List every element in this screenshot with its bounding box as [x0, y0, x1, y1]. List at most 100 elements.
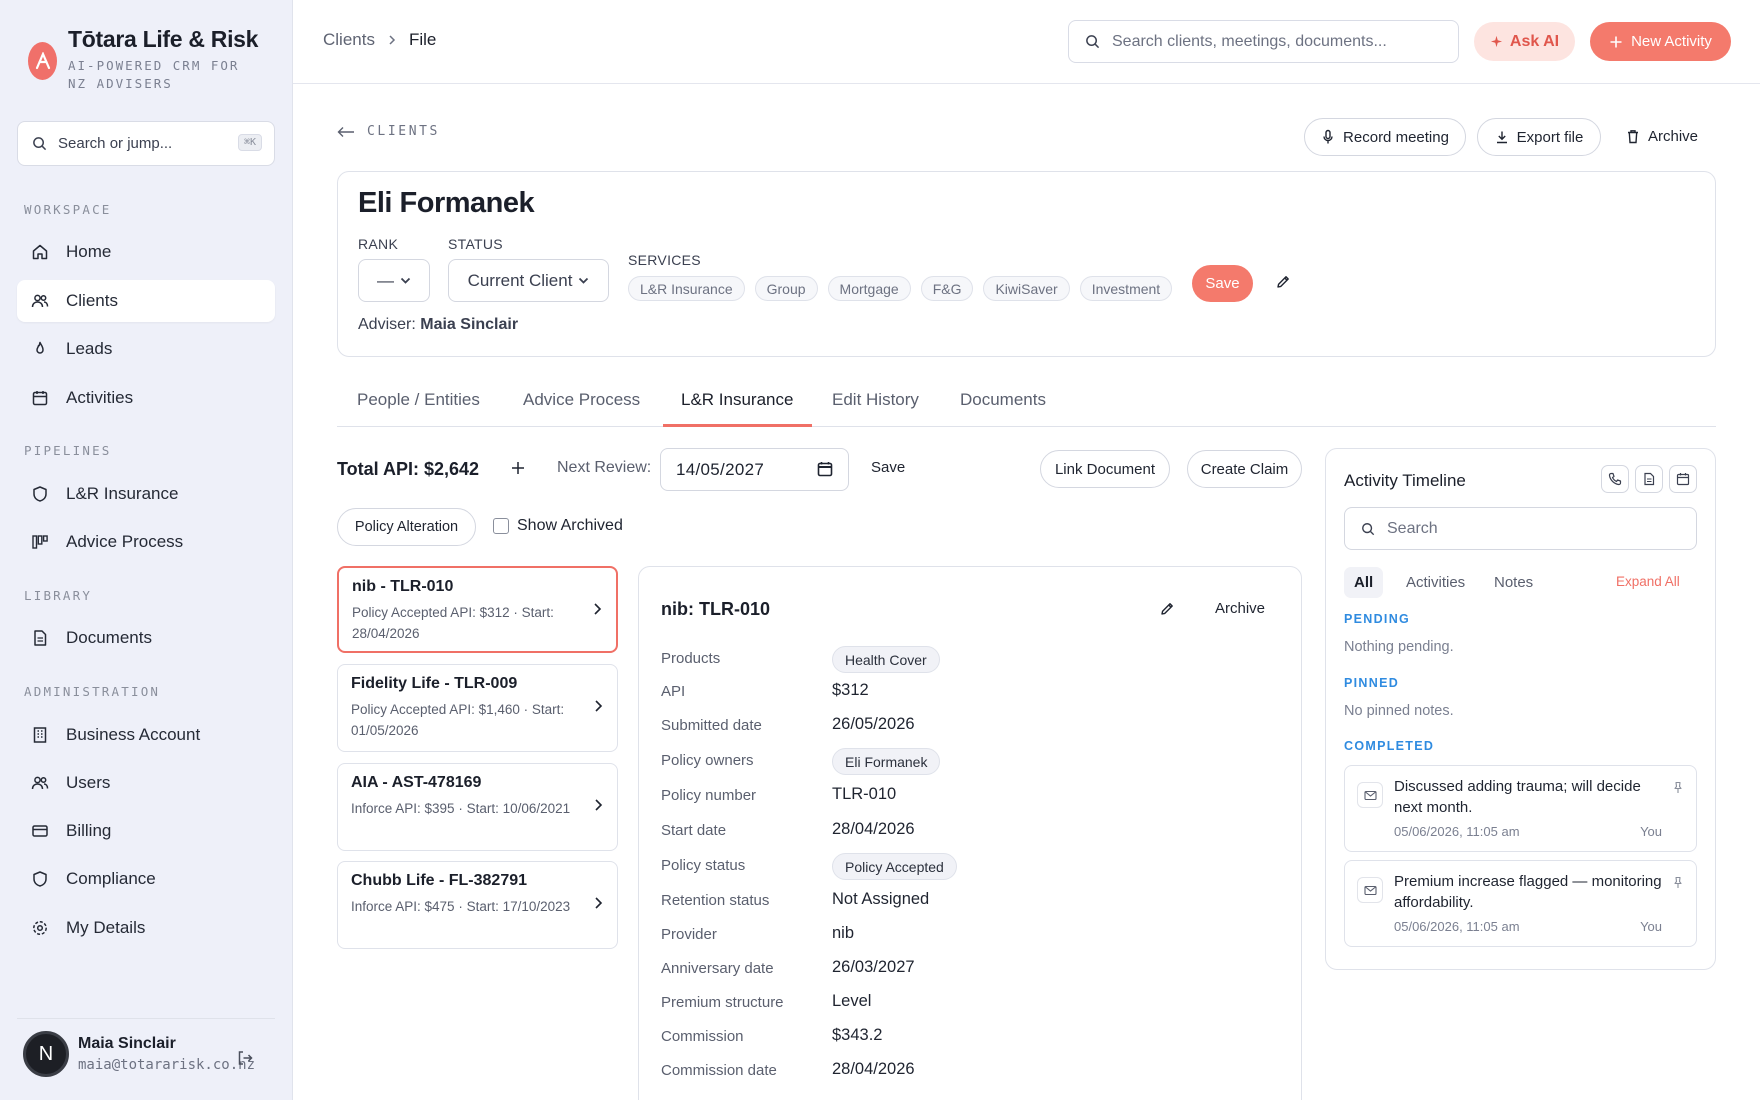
detail-label-commission-date: Commission date	[661, 1062, 777, 1079]
arrow-left-icon	[337, 126, 354, 137]
show-archived-toggle[interactable]: Show Archived	[493, 517, 623, 535]
record-meeting-label: Record meeting	[1343, 128, 1449, 146]
policy-card[interactable]: Fidelity Life - TLR-009 Policy Accepted …	[337, 664, 618, 752]
sparkle-icon	[1490, 35, 1502, 48]
add-policy-plus-icon[interactable]	[511, 461, 525, 475]
microphone-icon	[1323, 129, 1333, 144]
sidebar-item-compliance[interactable]: Compliance	[17, 858, 275, 900]
policy-title: AIA - AST-478169	[351, 774, 482, 791]
pin-icon[interactable]	[1674, 781, 1682, 794]
chevron-right-icon	[387, 34, 397, 46]
service-chip-investment[interactable]: Investment	[1079, 276, 1173, 301]
logout-icon[interactable]	[236, 1049, 254, 1067]
user-profile: N Maia Sinclair maia@totararisk.co.nz	[17, 1018, 275, 1100]
sidebar-item-advice-process[interactable]: Advice Process	[17, 521, 275, 563]
calendar-icon[interactable]	[817, 461, 833, 477]
create-claim-button[interactable]: Create Claim	[1187, 450, 1302, 488]
note-timestamp: 05/06/2026, 11:05 am	[1394, 919, 1520, 934]
service-chip-lr-insurance[interactable]: L&R Insurance	[628, 276, 745, 301]
search-icon	[1086, 35, 1100, 49]
section-label-library: LIBRARY	[24, 588, 93, 603]
detail-label-premium: Premium structure	[661, 994, 784, 1011]
timeline-note[interactable]: Discussed adding trauma; will decide nex…	[1344, 765, 1697, 852]
sidebar-item-clients[interactable]: Clients	[17, 280, 275, 322]
search-icon	[33, 137, 47, 151]
expand-all-link[interactable]: Expand All	[1616, 574, 1680, 589]
sidebar-item-leads[interactable]: Leads	[17, 328, 275, 370]
log-call-button[interactable]	[1601, 465, 1629, 493]
detail-label-commission: Commission	[661, 1028, 744, 1045]
rank-value: —	[377, 270, 394, 290]
archive-client-button[interactable]: Archive	[1626, 128, 1698, 145]
ask-ai-button[interactable]: Ask AI	[1474, 22, 1575, 61]
archive-policy-button[interactable]: Archive	[1215, 600, 1265, 617]
breadcrumb-file: File	[408, 30, 437, 49]
service-chip-group[interactable]: Group	[754, 276, 818, 301]
detail-label-provider: Provider	[661, 926, 717, 943]
status-select[interactable]: Current Client	[448, 259, 609, 302]
sidebar-item-billing[interactable]: Billing	[17, 810, 275, 852]
tab-people-entities[interactable]: People / Entities	[357, 390, 480, 427]
link-document-button[interactable]: Link Document	[1040, 450, 1170, 488]
sidebar-item-label: Clients	[66, 291, 118, 310]
filter-notes[interactable]: Notes	[1484, 567, 1543, 598]
timeline-search-placeholder: Search	[1387, 519, 1438, 537]
policy-card[interactable]: nib - TLR-010 Policy Accepted API: $312 …	[337, 566, 618, 653]
top-bar: Clients File Search clients, meetings, d…	[293, 0, 1760, 84]
sidebar-search-input[interactable]: Search or jump... ⌘K	[17, 121, 275, 166]
sidebar-item-label: Documents	[66, 628, 152, 647]
detail-label-submitted: Submitted date	[661, 717, 762, 734]
section-pending: PENDING	[1344, 612, 1411, 626]
filter-all[interactable]: All	[1344, 567, 1384, 598]
breadcrumb: Clients File	[323, 30, 436, 50]
policy-card[interactable]: AIA - AST-478169 Inforce API: $395 · Sta…	[337, 763, 618, 851]
back-to-clients-link[interactable]: CLIENTS	[337, 124, 440, 139]
save-client-button[interactable]: Save	[1192, 265, 1253, 302]
services-list: L&R Insurance Group Mortgage F&G KiwiSav…	[628, 276, 1173, 301]
service-chip-kiwisaver[interactable]: KiwiSaver	[983, 276, 1070, 301]
section-label-pipelines: PIPELINES	[24, 443, 112, 458]
policy-card[interactable]: Chubb Life - FL-382791 Inforce API: $475…	[337, 861, 618, 949]
avatar[interactable]: N	[23, 1031, 69, 1077]
tab-documents[interactable]: Documents	[960, 390, 1046, 427]
timeline-search-input[interactable]: Search	[1344, 507, 1697, 550]
new-activity-button[interactable]: New Activity	[1590, 22, 1731, 61]
add-note-button[interactable]	[1635, 465, 1663, 493]
breadcrumb-clients[interactable]: Clients	[323, 30, 375, 50]
sidebar-item-label: Business Account	[66, 725, 201, 744]
service-chip-mortgage[interactable]: Mortgage	[827, 276, 911, 301]
sidebar-item-business-account[interactable]: Business Account	[17, 714, 275, 756]
tab-edit-history[interactable]: Edit History	[832, 390, 919, 427]
sidebar-item-home[interactable]: Home	[17, 231, 275, 273]
edit-pencil-icon[interactable]	[1159, 601, 1175, 617]
sidebar-item-users[interactable]: Users	[17, 762, 275, 804]
user-name: Maia Sinclair	[78, 1035, 176, 1052]
edit-pencil-icon[interactable]	[1275, 274, 1291, 290]
sidebar-item-lr-insurance[interactable]: L&R Insurance	[17, 473, 275, 515]
timeline-note[interactable]: Premium increase flagged — monitoring af…	[1344, 860, 1697, 947]
rank-select[interactable]: —	[358, 259, 430, 302]
show-archived-checkbox[interactable]	[493, 518, 509, 534]
sidebar-item-my-details[interactable]: My Details	[17, 907, 275, 949]
record-meeting-button[interactable]: Record meeting	[1304, 118, 1466, 156]
export-file-button[interactable]: Export file	[1477, 118, 1601, 156]
new-activity-label: New Activity	[1631, 33, 1712, 50]
global-search-input[interactable]: Search clients, meetings, documents...	[1068, 20, 1459, 63]
filter-activities[interactable]: Activities	[1396, 567, 1475, 598]
service-chip-fg[interactable]: F&G	[920, 276, 974, 301]
tab-lr-insurance[interactable]: L&R Insurance	[681, 390, 793, 427]
policy-alteration-button[interactable]: Policy Alteration	[337, 508, 476, 546]
schedule-meeting-button[interactable]	[1669, 465, 1697, 493]
save-review-button[interactable]: Save	[871, 459, 905, 476]
brand-subtitle: AI-POWERED CRM FOR NZ ADVISERS	[68, 58, 240, 91]
tab-advice-process[interactable]: Advice Process	[523, 390, 640, 427]
sidebar-item-activities[interactable]: Activities	[17, 377, 275, 419]
export-file-label: Export file	[1516, 128, 1584, 146]
pin-icon[interactable]	[1674, 876, 1682, 889]
pending-empty: Nothing pending.	[1344, 639, 1454, 655]
brand-title: Tōtara Life & Risk	[68, 26, 259, 52]
timeline-title: Activity Timeline	[1344, 471, 1466, 490]
sidebar-item-documents[interactable]: Documents	[17, 617, 275, 659]
calendar-icon	[1676, 473, 1690, 486]
next-review-date-input[interactable]: 14/05/2027	[660, 448, 849, 491]
